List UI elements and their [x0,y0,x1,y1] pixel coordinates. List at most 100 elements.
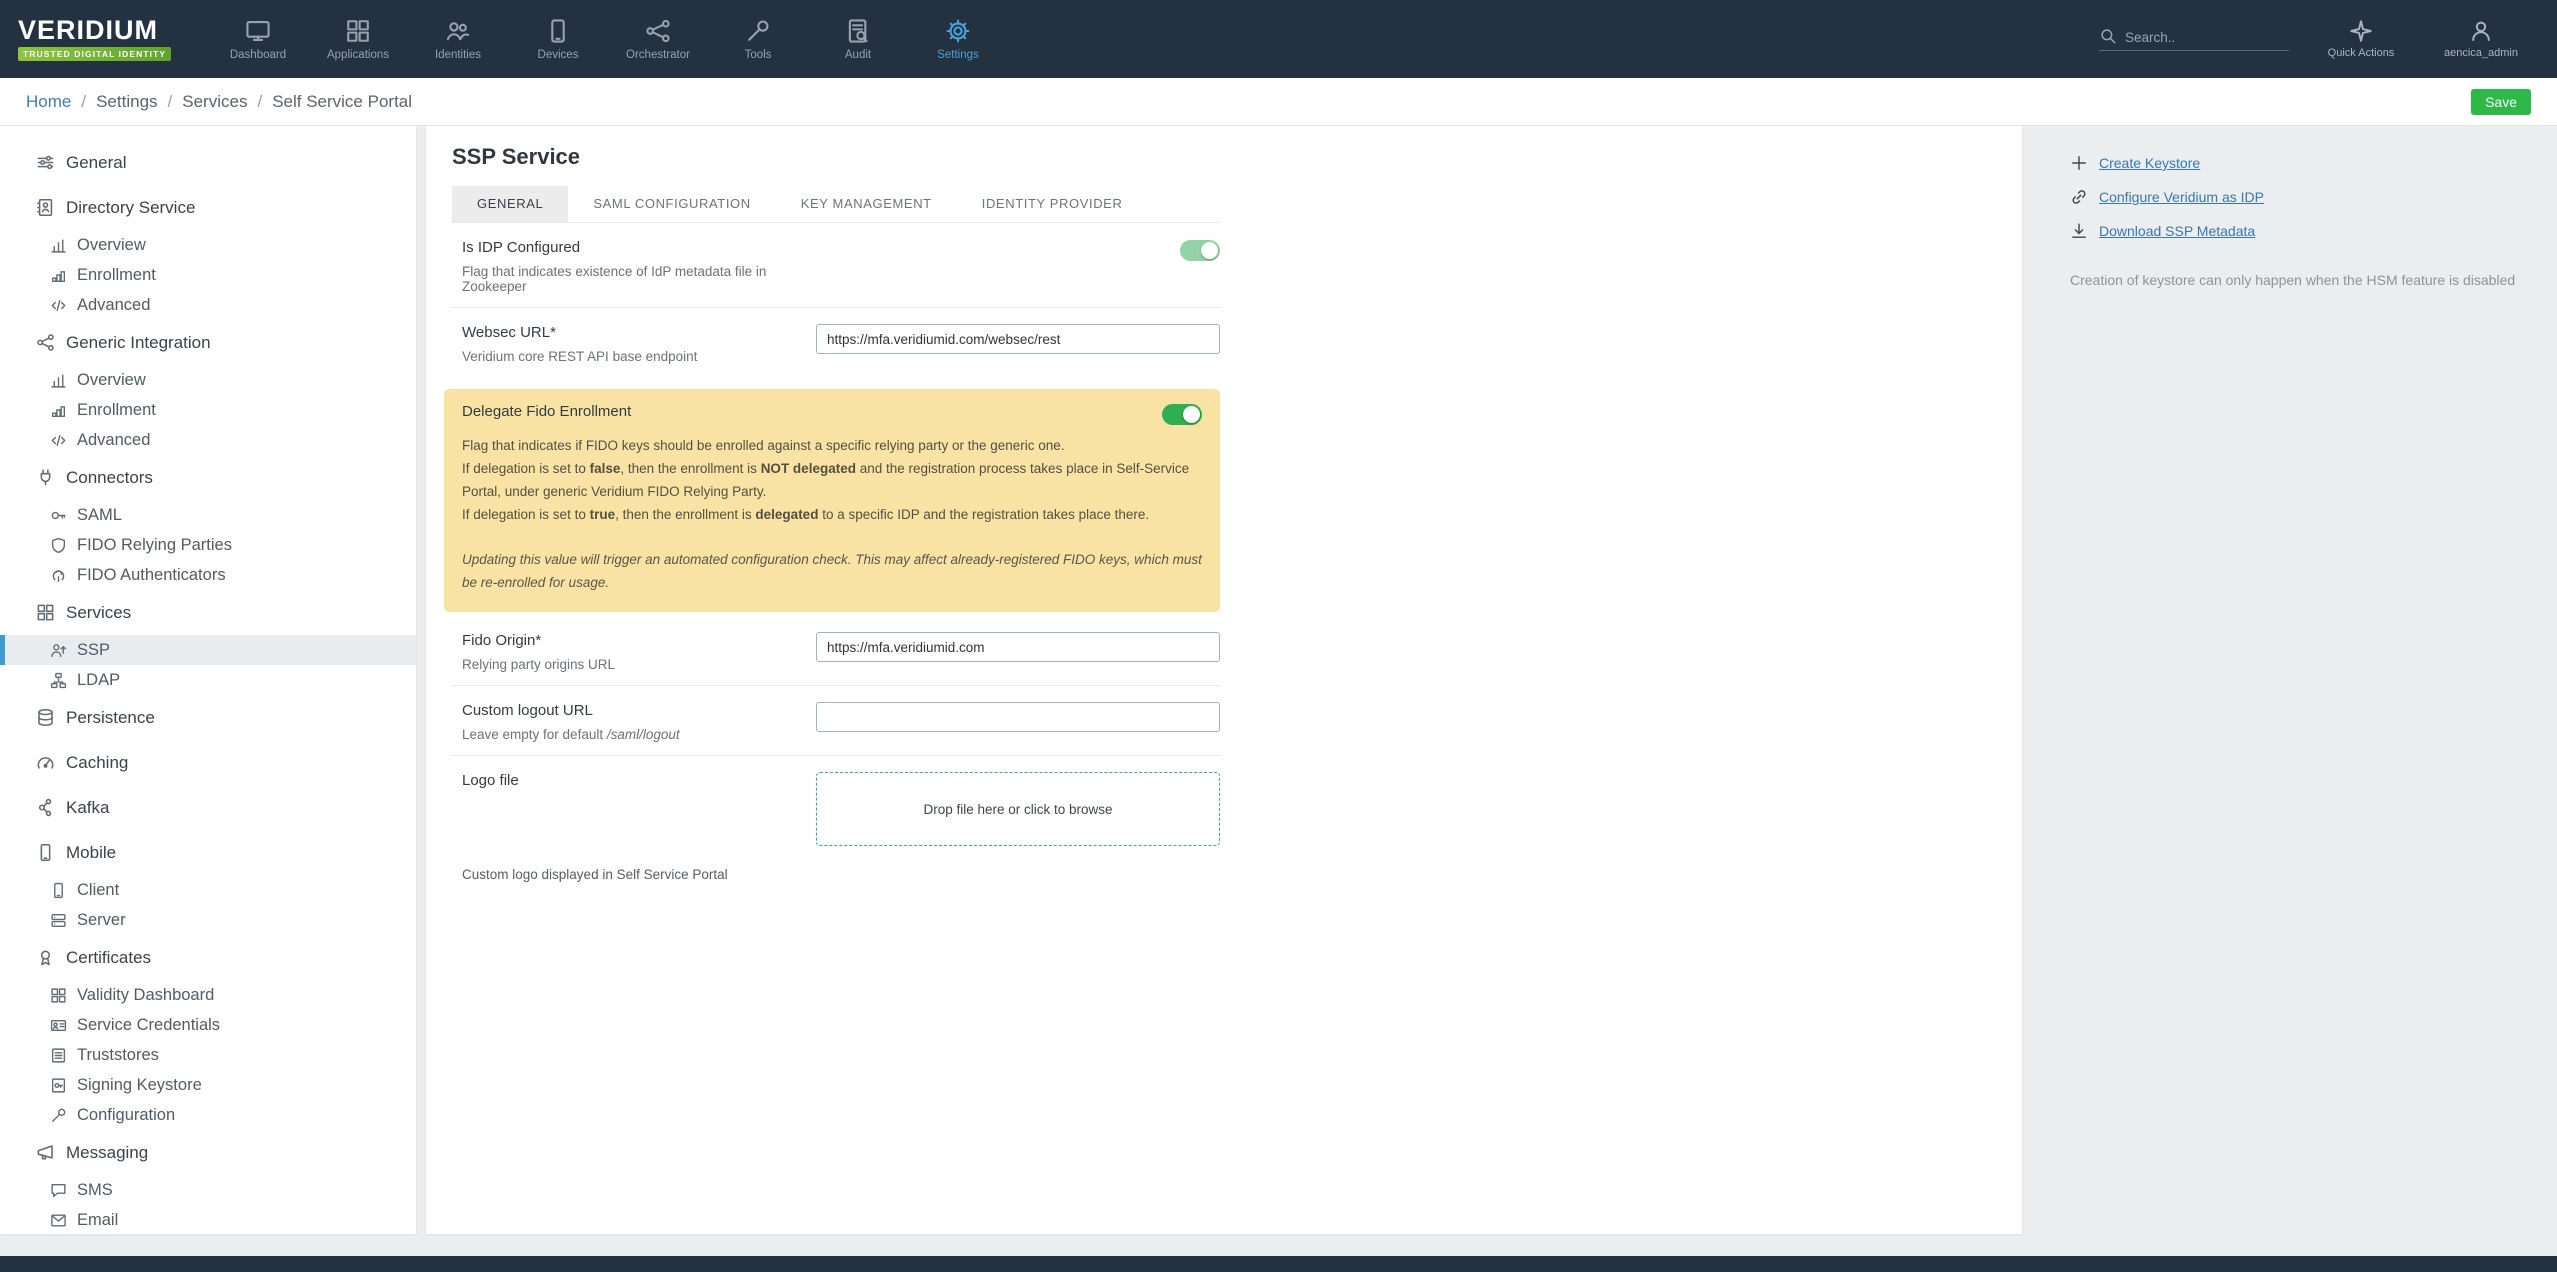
logo-file-dropzone[interactable]: Drop file here or click to browse [816,772,1220,846]
save-button[interactable]: Save [2471,88,2531,115]
sidebar-item-label: Advanced [77,295,151,314]
sidebar-item-ldap[interactable]: LDAP [0,665,416,695]
sidebar-item-configuration[interactable]: Configuration [0,1100,416,1130]
fido-description-text: If delegation is set to [462,507,590,522]
breadcrumb-item-settings[interactable]: Settings [96,92,157,112]
sidebar-item-label: Validity Dashboard [77,985,215,1004]
database-icon [36,708,55,727]
field-text-block: Custom logout URL Leave empty for defaul… [462,702,816,742]
custom-logout-url-input[interactable] [816,702,1220,732]
sidebar-item-validity-dashboard[interactable]: Validity Dashboard [0,980,416,1010]
nav-item-settings[interactable]: Settings [908,0,1008,78]
sidebar-item-services[interactable]: Services [0,590,416,635]
bars-icon [50,267,67,284]
tab-key-management[interactable]: KEY MANAGEMENT [776,186,957,222]
sidebar-item-label: Certificates [66,947,152,967]
sidebar-item-advanced[interactable]: Advanced [0,290,416,320]
field-description: Veridium core REST API base endpoint [462,349,698,364]
network-icon [36,333,55,352]
nav-item-orchestrator[interactable]: Orchestrator [608,0,708,78]
sidebar-item-label: Messaging [66,1142,149,1162]
nav-item-applications[interactable]: Applications [308,0,408,78]
sidebar-item-server[interactable]: Server [0,905,416,935]
sidebar-item-label: Mobile [66,842,117,862]
nav-item-tools[interactable]: Tools [708,0,808,78]
sidebar-item-directory-service[interactable]: Directory Service [0,185,416,230]
sidebar-item-kafka[interactable]: Kafka [0,785,416,830]
sidebar-item-saml[interactable]: SAML [0,500,416,530]
websec-url-input[interactable] [816,324,1220,354]
action-link-download-ssp-metadata[interactable]: Download SSP Metadata [2070,222,2527,240]
code-icon [50,297,67,314]
user-menu[interactable]: aencica_admin [2433,19,2529,59]
fido-description-text: Flag that indicates if FIDO keys should … [462,438,1065,453]
plug-icon [36,468,55,487]
sidebar-item-label: Signing Keystore [77,1075,202,1094]
nav-item-identities[interactable]: Identities [408,0,508,78]
nav-item-devices[interactable]: Devices [508,0,608,78]
sidebar-item-persistence[interactable]: Persistence [0,695,416,740]
brand-tagline: TRUSTED DIGITAL IDENTITY [18,46,172,61]
is-idp-configured-toggle[interactable] [1180,240,1220,261]
field-description-text: Leave empty for default [462,727,607,742]
tab-identity-provider[interactable]: IDENTITY PROVIDER [957,186,1148,222]
sidebar-item-certificates[interactable]: Certificates [0,935,416,980]
sidebar-item-label: SSP [77,640,111,659]
delegate-fido-enrollment-toggle[interactable] [1162,404,1202,425]
sidebar-item-sms[interactable]: SMS [0,1175,416,1205]
action-link-create-keystore[interactable]: Create Keystore [2070,154,2527,172]
sidebar-item-label: SAML [77,505,122,524]
content-area: General Directory Service Overview Enrollme… [0,126,2557,1256]
sidebar-item-enrollment[interactable]: Enrollment [0,395,416,425]
fido-description: Flag that indicates if FIDO keys should … [462,434,1202,526]
sidebar-item-fido-authenticators[interactable]: FIDO Authenticators [0,560,416,590]
sidebar-item-service-credentials[interactable]: Service Credentials [0,1010,416,1040]
grid-icon [345,18,371,44]
users-icon [445,18,471,44]
field-label: Websec URL* [462,324,556,341]
sidebar-item-ssp[interactable]: SSP [0,635,416,665]
sidebar-item-enrollment[interactable]: Enrollment [0,260,416,290]
sidebar-item-advanced[interactable]: Advanced [0,425,416,455]
topnav-items: Dashboard Applications Identities Devices Or… [208,0,1008,78]
sidebar-item-connectors[interactable]: Connectors [0,455,416,500]
field-label: Logo file [462,772,519,789]
sidebar-item-overview[interactable]: Overview [0,230,416,260]
field-control [816,632,1220,662]
page-title: SSP Service [452,144,581,169]
sidebar-item-overview[interactable]: Overview [0,365,416,395]
sidebar-item-generic-integration[interactable]: Generic Integration [0,320,416,365]
breadcrumb-item-home[interactable]: Home [26,92,71,112]
sidebar-item-general[interactable]: General [0,140,416,185]
sidebar-item-fido-relying-parties[interactable]: FIDO Relying Parties [0,530,416,560]
fido-description-text: to a specific IDP and the registration t… [818,507,1150,522]
tab-saml-configuration[interactable]: SAML CONFIGURATION [568,186,775,222]
field-text-block: Is IDP Configured Flag that indicates ex… [462,239,816,294]
idcard-icon [50,1017,67,1034]
tab-general[interactable]: GENERAL [452,186,569,222]
fido-description-text: , then the enrollment is [615,507,756,522]
sidebar-item-label: LDAP [77,670,121,689]
sidebar-item-label: Email [77,1210,119,1229]
sidebar-item-mobile[interactable]: Mobile [0,830,416,875]
quick-actions-button[interactable]: Quick Actions [2313,19,2409,59]
sidebar-item-email[interactable]: Email [0,1205,416,1234]
gauge-icon [36,753,55,772]
fido-description-line: If delegation is set to false, then the … [462,457,1202,503]
search-box [2099,27,2289,51]
breadcrumb-item-services[interactable]: Services [182,92,247,112]
action-link-configure-veridium-as-idp[interactable]: Configure Veridium as IDP [2070,188,2527,206]
action-link-label: Configure Veridium as IDP [2099,189,2264,205]
list-icon [50,1047,67,1064]
fido-description-line: If delegation is set to true, then the e… [462,503,1202,526]
sidebar-item-truststores[interactable]: Truststores [0,1040,416,1070]
nav-item-label: Orchestrator [626,48,690,61]
sidebar-item-messaging[interactable]: Messaging [0,1130,416,1175]
fido-origin-input[interactable] [816,632,1220,662]
sidebar-item-signing-keystore[interactable]: Signing Keystore [0,1070,416,1100]
sidebar-item-caching[interactable]: Caching [0,740,416,785]
nav-item-audit[interactable]: Audit [808,0,908,78]
sidebar-item-client[interactable]: Client [0,875,416,905]
search-input[interactable] [2125,30,2270,45]
nav-item-dashboard[interactable]: Dashboard [208,0,308,78]
